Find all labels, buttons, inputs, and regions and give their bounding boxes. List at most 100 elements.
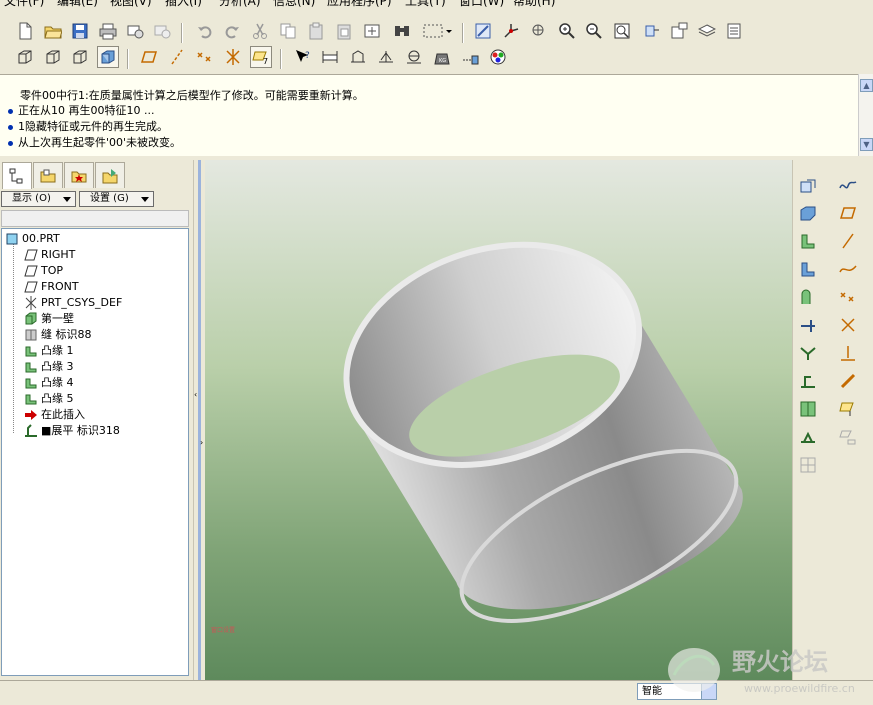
analysis-feature-icon[interactable] xyxy=(835,340,861,366)
email-icon[interactable] xyxy=(124,20,146,42)
tree-root[interactable]: 00.PRT xyxy=(5,231,60,247)
menu-info[interactable]: 信息(N) xyxy=(273,0,315,8)
sensitivity-analysis-icon[interactable] xyxy=(459,46,481,68)
chain-icon[interactable] xyxy=(835,368,861,394)
wireframe-icon[interactable] xyxy=(14,46,36,68)
tree-item[interactable]: TOP xyxy=(24,263,63,279)
settings-dropdown[interactable]: 设置 (G) xyxy=(79,191,154,207)
reorient-icon[interactable] xyxy=(640,20,662,42)
tree-item[interactable]: 凸缘 3 xyxy=(24,359,74,375)
expand-right-icon[interactable]: › xyxy=(200,438,203,447)
flat-wall-icon[interactable] xyxy=(795,228,821,254)
measure-icon[interactable] xyxy=(319,46,341,68)
tree-item[interactable]: 凸缘 5 xyxy=(24,391,74,407)
copy-icon[interactable] xyxy=(277,20,299,42)
curve-analysis-icon[interactable] xyxy=(375,46,397,68)
zoom-out-icon[interactable] xyxy=(583,20,605,42)
repaint-icon[interactable] xyxy=(472,20,494,42)
weight-analysis-icon[interactable]: KG xyxy=(431,46,453,68)
menu-insert[interactable]: 插入(I) xyxy=(165,0,202,8)
datum-planes-icon[interactable] xyxy=(138,46,160,68)
tree-item[interactable]: PRT_CSYS_DEF xyxy=(24,295,122,311)
insert-here-marker[interactable]: 在此插入 xyxy=(24,407,85,423)
model-analysis-icon[interactable] xyxy=(347,46,369,68)
pane-splitter[interactable]: ‹ › xyxy=(193,160,205,680)
tree-item[interactable]: 凸缘 1 xyxy=(24,343,74,359)
tree-item[interactable]: 凸缘 4 xyxy=(24,375,74,391)
tree-item[interactable]: 缝 标识88 xyxy=(24,327,92,343)
extrude-wall-icon[interactable] xyxy=(795,200,821,226)
undo-icon[interactable] xyxy=(194,20,216,42)
sheetmetal-cylinder-model[interactable]: 窗口设置 xyxy=(205,160,792,680)
zoom-in-icon[interactable] xyxy=(556,20,578,42)
layers-icon[interactable] xyxy=(696,20,718,42)
datum-point-tool-icon[interactable] xyxy=(835,284,861,310)
graphics-window[interactable]: 窗口设置 xyxy=(205,160,792,680)
open-folder-icon[interactable] xyxy=(42,20,64,42)
tab-model-tree[interactable] xyxy=(2,162,32,189)
paste-special-icon[interactable] xyxy=(333,20,355,42)
menu-applications[interactable]: 应用程序(P) xyxy=(327,0,392,8)
surface-analysis-icon[interactable] xyxy=(403,46,425,68)
collapse-left-icon[interactable]: ‹ xyxy=(194,390,197,399)
datum-axes-icon[interactable] xyxy=(166,46,188,68)
context-help-icon[interactable]: ? xyxy=(292,46,314,68)
saved-views-icon[interactable] xyxy=(668,20,690,42)
form-icon[interactable] xyxy=(795,424,821,450)
corner-relief-icon[interactable] xyxy=(795,452,821,478)
no-hidden-icon[interactable] xyxy=(69,46,91,68)
print-icon[interactable] xyxy=(97,20,119,42)
annotation-display-icon[interactable]: 7 xyxy=(250,46,272,68)
menu-window[interactable]: 窗口(W) xyxy=(459,0,504,8)
tree-item[interactable]: 第一壁 xyxy=(24,311,74,327)
menu-file[interactable]: 文件(F) xyxy=(4,0,44,8)
refit-icon[interactable] xyxy=(611,20,633,42)
tab-connections[interactable] xyxy=(95,162,125,188)
new-file-icon[interactable] xyxy=(14,20,36,42)
tree-item[interactable]: RIGHT xyxy=(24,247,75,263)
hidden-line-icon[interactable] xyxy=(42,46,64,68)
message-scrollbar[interactable]: ▲ ▼ xyxy=(858,74,873,156)
tree-item[interactable]: ■ 展平 标识318 xyxy=(24,423,120,439)
deform-area-icon[interactable] xyxy=(795,396,821,422)
menu-analysis[interactable]: 分析(A) xyxy=(219,0,261,8)
bend-back-icon[interactable] xyxy=(795,340,821,366)
scroll-up-icon[interactable]: ▲ xyxy=(860,79,873,92)
edit-datum-icon[interactable] xyxy=(795,172,821,198)
find-icon[interactable] xyxy=(391,20,413,42)
bend-icon[interactable] xyxy=(795,284,821,310)
orient-mode-icon[interactable] xyxy=(528,20,550,42)
regenerate-icon[interactable] xyxy=(361,20,383,42)
spin-center-icon[interactable] xyxy=(500,20,522,42)
save-icon[interactable] xyxy=(69,20,91,42)
paste-icon[interactable] xyxy=(305,20,327,42)
menu-view[interactable]: 视图(V) xyxy=(110,0,152,8)
selection-box-icon[interactable] xyxy=(419,20,455,42)
cut-icon[interactable] xyxy=(249,20,271,42)
annotation-disabled-icon[interactable] xyxy=(835,424,861,450)
tab-favorites[interactable] xyxy=(64,162,94,188)
datum-curve-tool-icon[interactable] xyxy=(835,256,861,282)
shading-icon[interactable] xyxy=(97,46,119,68)
datum-csys-tool-icon[interactable] xyxy=(835,312,861,338)
flange-wall-icon[interactable] xyxy=(795,256,821,282)
scroll-down-icon[interactable]: ▼ xyxy=(860,138,873,151)
redo-icon[interactable] xyxy=(221,20,243,42)
menu-tools[interactable]: 工具(T) xyxy=(405,0,446,8)
coordinate-systems-icon[interactable] xyxy=(222,46,244,68)
menu-help[interactable]: 帮助(H) xyxy=(513,0,555,8)
email-link-icon[interactable] xyxy=(151,20,173,42)
datum-plane-tool-icon[interactable] xyxy=(835,200,861,226)
menu-edit[interactable]: 编辑(E) xyxy=(57,0,98,8)
color-appearance-icon[interactable] xyxy=(487,46,509,68)
sketch-curve-icon[interactable] xyxy=(835,172,861,198)
show-dropdown[interactable]: 显示 (O) xyxy=(1,191,76,207)
datum-points-icon[interactable] xyxy=(194,46,216,68)
tree-item[interactable]: FRONT xyxy=(24,279,79,295)
flatten-icon[interactable] xyxy=(795,368,821,394)
datum-axis-tool-icon[interactable] xyxy=(835,228,861,254)
view-manager-icon[interactable] xyxy=(724,20,746,42)
tab-folder-browser[interactable] xyxy=(33,162,63,188)
annotation-feature-icon[interactable] xyxy=(835,396,861,422)
unbend-tool-icon[interactable] xyxy=(795,312,821,338)
